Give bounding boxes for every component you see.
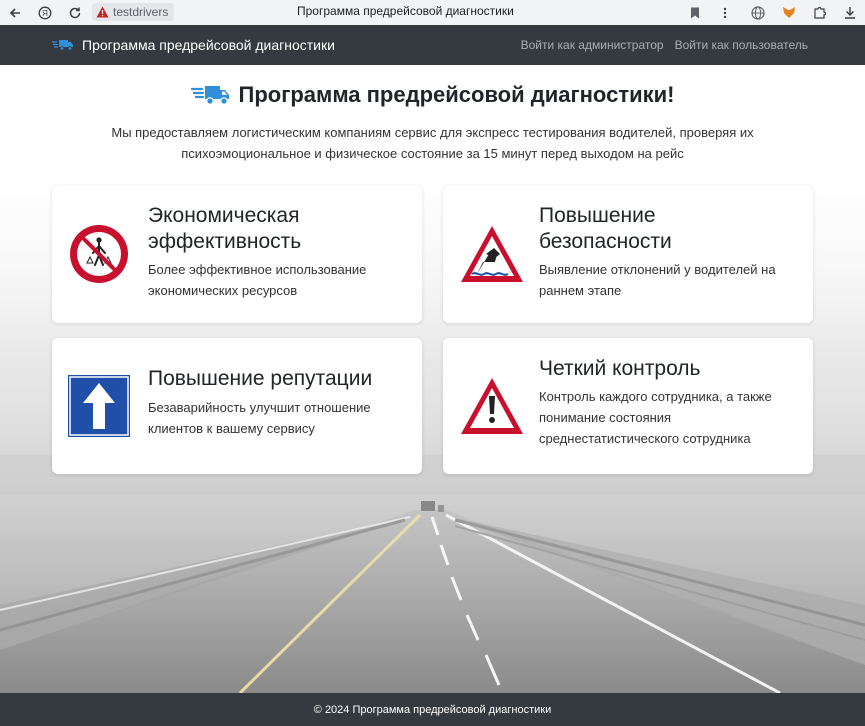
brand-link[interactable]: Программа предрейсовой диагностики <box>52 25 335 65</box>
download-icon[interactable] <box>839 0 861 25</box>
feature-card-economy: Экономическая эффективность Более эффект… <box>52 186 422 323</box>
card-title: Экономическая эффективность <box>148 204 302 253</box>
footer-copyright: © 2024 Программа предрейсовой диагностик… <box>313 703 552 716</box>
card-text: Безаварийность улучшит отношение клиенто… <box>148 400 371 436</box>
card-text: Контроль каждого сотрудника, а также пон… <box>539 389 772 446</box>
card-text: Выявление отклонений у водителей на ранн… <box>539 262 776 298</box>
feature-card-control: Четкий контроль Контроль каждого сотрудн… <box>443 338 813 474</box>
nav-links: Войти как администратор Войти как пользо… <box>521 25 808 65</box>
login-user-link[interactable]: Войти как пользователь <box>675 38 808 52</box>
site-chip[interactable]: testdrivers <box>92 3 175 21</box>
embankment-warning-sign-icon <box>461 226 523 282</box>
footer: © 2024 Программа предрейсовой диагностик… <box>0 693 865 726</box>
svg-text:Я: Я <box>42 9 48 18</box>
bookmark-icon[interactable] <box>684 0 706 25</box>
address-bar[interactable]: testdrivers <box>92 2 175 22</box>
no-pedestrians-sign-icon <box>70 225 128 283</box>
warning-icon <box>96 6 109 18</box>
hero-heading: Программа предрейсовой диагностики! <box>0 82 865 108</box>
globe-icon[interactable] <box>747 0 769 25</box>
top-navbar: Программа предрейсовой диагностики Войти… <box>0 25 865 65</box>
one-way-sign-icon <box>68 375 130 437</box>
feature-card-safety: Повышение безопасности Выявление отклоне… <box>443 186 813 323</box>
browser-toolbar: Я testdrivers Программа предрейсовой диа… <box>0 0 865 25</box>
login-admin-link[interactable]: Войти как администратор <box>521 38 664 52</box>
hero-lead: Мы предоставляем логистическим компаниям… <box>111 125 754 161</box>
reload-icon[interactable] <box>62 0 88 25</box>
tab-title: Программа предрейсовой диагностики <box>297 4 514 18</box>
exclamation-warning-sign-icon <box>461 378 523 434</box>
feature-card-reputation: Повышение репутации Безаварийность улучш… <box>52 338 422 474</box>
truck-logo-icon <box>52 40 73 51</box>
card-title: Четкий контроль <box>539 357 701 380</box>
extensions-puzzle-icon[interactable] <box>808 0 830 25</box>
card-title: Повышение безопасности <box>539 204 672 253</box>
brand-title: Программа предрейсовой диагностики <box>82 37 335 53</box>
card-text: Более эффективное использование экономич… <box>148 262 367 298</box>
fox-extension-icon[interactable] <box>778 0 800 25</box>
card-title: Повышение репутации <box>148 367 373 390</box>
site-chip-label: testdrivers <box>113 5 169 19</box>
yandex-icon[interactable]: Я <box>32 0 58 25</box>
kebab-menu-icon[interactable] <box>714 0 736 25</box>
hero-title: Программа предрейсовой диагностики! <box>238 82 675 107</box>
fast-truck-icon <box>190 86 229 105</box>
back-arrow-icon[interactable] <box>2 0 28 25</box>
